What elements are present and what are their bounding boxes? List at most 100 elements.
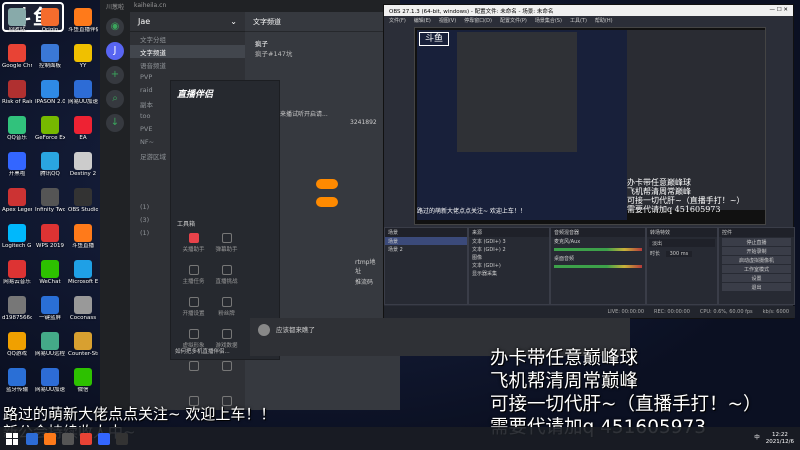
- guild-header[interactable]: Jae ⌄: [130, 12, 245, 32]
- explore-icon[interactable]: ⌕: [106, 90, 124, 108]
- tool-button[interactable]: 开播设置: [178, 294, 209, 324]
- clock[interactable]: 12:22 2021/12/6: [766, 432, 794, 446]
- menu-item[interactable]: 编辑(E): [414, 17, 431, 24]
- desktop-icon-label: EA: [79, 135, 87, 141]
- desktop-icon[interactable]: 网易UU加速器: [68, 80, 98, 105]
- source-item[interactable]: 文本 (GDI+) 2: [469, 245, 549, 253]
- desktop-icon[interactable]: Origin: [35, 8, 65, 33]
- control-button[interactable]: 工作室模式: [722, 265, 791, 273]
- obs-menubar: 文件(F) 编辑(E) 视图(V) 停靠窗口(D) 配置文件(P) 场景集合(S) 工具(T…: [384, 16, 793, 25]
- menu-item[interactable]: 停靠窗口(D): [464, 17, 492, 24]
- desktop-icon[interactable]: d1987566c...: [2, 296, 32, 321]
- duration-label: 时长: [650, 251, 661, 257]
- scene-item[interactable]: 场景 2: [385, 245, 467, 253]
- desktop-icon[interactable]: 蓝牙传输: [2, 368, 32, 393]
- tool-button[interactable]: [178, 358, 209, 388]
- desktop-icon[interactable]: Logitech G HUB: [2, 224, 32, 249]
- desktop-icon[interactable]: 开黑啦: [2, 152, 32, 177]
- taskbar-app-icon[interactable]: [98, 432, 110, 445]
- control-button[interactable]: 设置: [722, 274, 791, 282]
- channel-item[interactable]: 文字分组: [130, 32, 245, 45]
- language-indicator[interactable]: 中: [754, 435, 760, 442]
- download-icon[interactable]: ↓: [106, 114, 124, 132]
- channel-item[interactable]: 文字频道: [130, 45, 245, 58]
- windows-start-icon[interactable]: [6, 432, 18, 445]
- desktop-icon[interactable]: GeForce Experience: [35, 116, 65, 141]
- desktop-icon[interactable]: YY: [68, 44, 98, 69]
- server-icon[interactable]: J: [106, 42, 124, 60]
- source-item[interactable]: 文本 (GDI+) 3: [469, 237, 549, 245]
- tool-button[interactable]: 粉丝牌: [211, 294, 242, 324]
- desktop-icon[interactable]: WeChat: [35, 260, 65, 285]
- source-item[interactable]: 显示器采集: [469, 269, 549, 277]
- menu-item[interactable]: 场景集合(S): [535, 17, 562, 24]
- tool-button[interactable]: 弹幕助手: [211, 230, 242, 260]
- scene-item[interactable]: 场景: [385, 237, 467, 245]
- desktop-icon[interactable]: EA: [68, 116, 98, 141]
- add-server-icon[interactable]: +: [106, 66, 124, 84]
- source-item[interactable]: 图像: [469, 253, 549, 261]
- transition-dock: 转场特效 淡出 时长 300 ms: [646, 227, 718, 305]
- scenes-dock: 场景 场景 场景 2: [384, 227, 468, 305]
- desktop-icon[interactable]: 一键蓝屏: [35, 296, 65, 321]
- message-author: 疯子: [255, 40, 268, 48]
- transition-select[interactable]: 淡出: [649, 239, 715, 247]
- toggle-on-2[interactable]: [316, 197, 338, 207]
- desktop-icon[interactable]: 网易云音乐: [2, 260, 32, 285]
- menu-item[interactable]: 帮助(H): [595, 17, 613, 24]
- taskbar-app-icon[interactable]: [44, 432, 56, 445]
- desktop-icon[interactable]: Coconass: [68, 296, 98, 321]
- desktop-icon[interactable]: OBS Studio: [68, 188, 98, 213]
- clock-time: 12:22: [771, 431, 788, 438]
- tool-button[interactable]: [211, 358, 242, 388]
- source-item[interactable]: 文本 (GDI+): [469, 261, 549, 269]
- menu-item[interactable]: 工具(T): [570, 17, 587, 24]
- channel-item[interactable]: 语音频道: [130, 58, 245, 71]
- taskbar-app-icon[interactable]: [80, 432, 92, 445]
- desktop-icon[interactable]: Infinity Two Pro: [35, 188, 65, 213]
- desktop-icon[interactable]: 回收站: [2, 8, 32, 33]
- tool-button[interactable]: 主播任务: [178, 262, 209, 292]
- volume-meter[interactable]: [554, 248, 642, 251]
- desktop-icon[interactable]: IPASON 2.0 10731: [35, 80, 65, 105]
- desktop-icon[interactable]: 腾讯QQ: [35, 152, 65, 177]
- obs-preview[interactable]: 斗鱼 办卡带任意巅峰球 飞机帮清周常巅峰 可接一切代肝~（直播手打！~） 需要代请加q…: [414, 27, 766, 225]
- taskbar-app-icon[interactable]: [26, 432, 38, 445]
- duration-input[interactable]: 300 ms: [665, 251, 693, 257]
- desktop-icon[interactable]: 微信: [68, 368, 98, 393]
- desktop-icon[interactable]: Risk of Rain 2: [2, 80, 32, 105]
- desktop-icon[interactable]: Apex Legends: [2, 188, 32, 213]
- desktop-icon[interactable]: 斗鱼直播伴侣: [68, 8, 98, 33]
- chat-message[interactable]: 应该都来瞧了: [276, 324, 315, 334]
- taskbar-app-icon[interactable]: [62, 432, 74, 445]
- menu-item[interactable]: 配置文件(P): [500, 17, 527, 24]
- tool-icon: [188, 329, 199, 339]
- control-button[interactable]: 退出: [722, 283, 791, 291]
- app-icon: [41, 368, 59, 386]
- desktop-icon[interactable]: QQ音乐: [2, 116, 32, 141]
- desktop-icon[interactable]: 网易UU加速器: [35, 368, 65, 393]
- tool-button[interactable]: 关播助手: [178, 230, 209, 260]
- tool-button[interactable]: 直播挑战: [211, 262, 242, 292]
- taskbar-app-icon[interactable]: [116, 432, 128, 445]
- desktop-icon[interactable]: Google Chrome: [2, 44, 32, 69]
- desktop-icon[interactable]: Microsoft Edge: [68, 260, 98, 285]
- toggle-on-1[interactable]: [316, 179, 338, 189]
- menu-item[interactable]: 视图(V): [439, 17, 456, 24]
- desktop-icon-label: Infinity Two Pro: [35, 207, 65, 213]
- control-button[interactable]: 停止直播: [722, 238, 791, 246]
- desktop-icon[interactable]: 网易UU远程: [35, 332, 65, 357]
- menu-item[interactable]: 文件(F): [389, 17, 406, 24]
- desktop-icon[interactable]: Counter-Strike Global Of...: [68, 332, 98, 357]
- control-button[interactable]: 开始录制: [722, 247, 791, 255]
- desktop-icon[interactable]: 斗鱼直播: [68, 224, 98, 249]
- desktop-icon[interactable]: 控制面板: [35, 44, 65, 69]
- window-controls[interactable]: — ☐ ✕: [769, 7, 788, 14]
- desktop-icon[interactable]: WPS 2019: [35, 224, 65, 249]
- control-button[interactable]: 启动虚拟摄像机: [722, 256, 791, 264]
- desktop-icon[interactable]: Destiny 2: [68, 152, 98, 177]
- home-icon[interactable]: ◉: [106, 18, 124, 36]
- desktop-icon[interactable]: QQ游戏: [2, 332, 32, 357]
- volume-meter[interactable]: [554, 265, 642, 268]
- assistant-notice[interactable]: 如何把多机直播伴侣...: [175, 347, 230, 355]
